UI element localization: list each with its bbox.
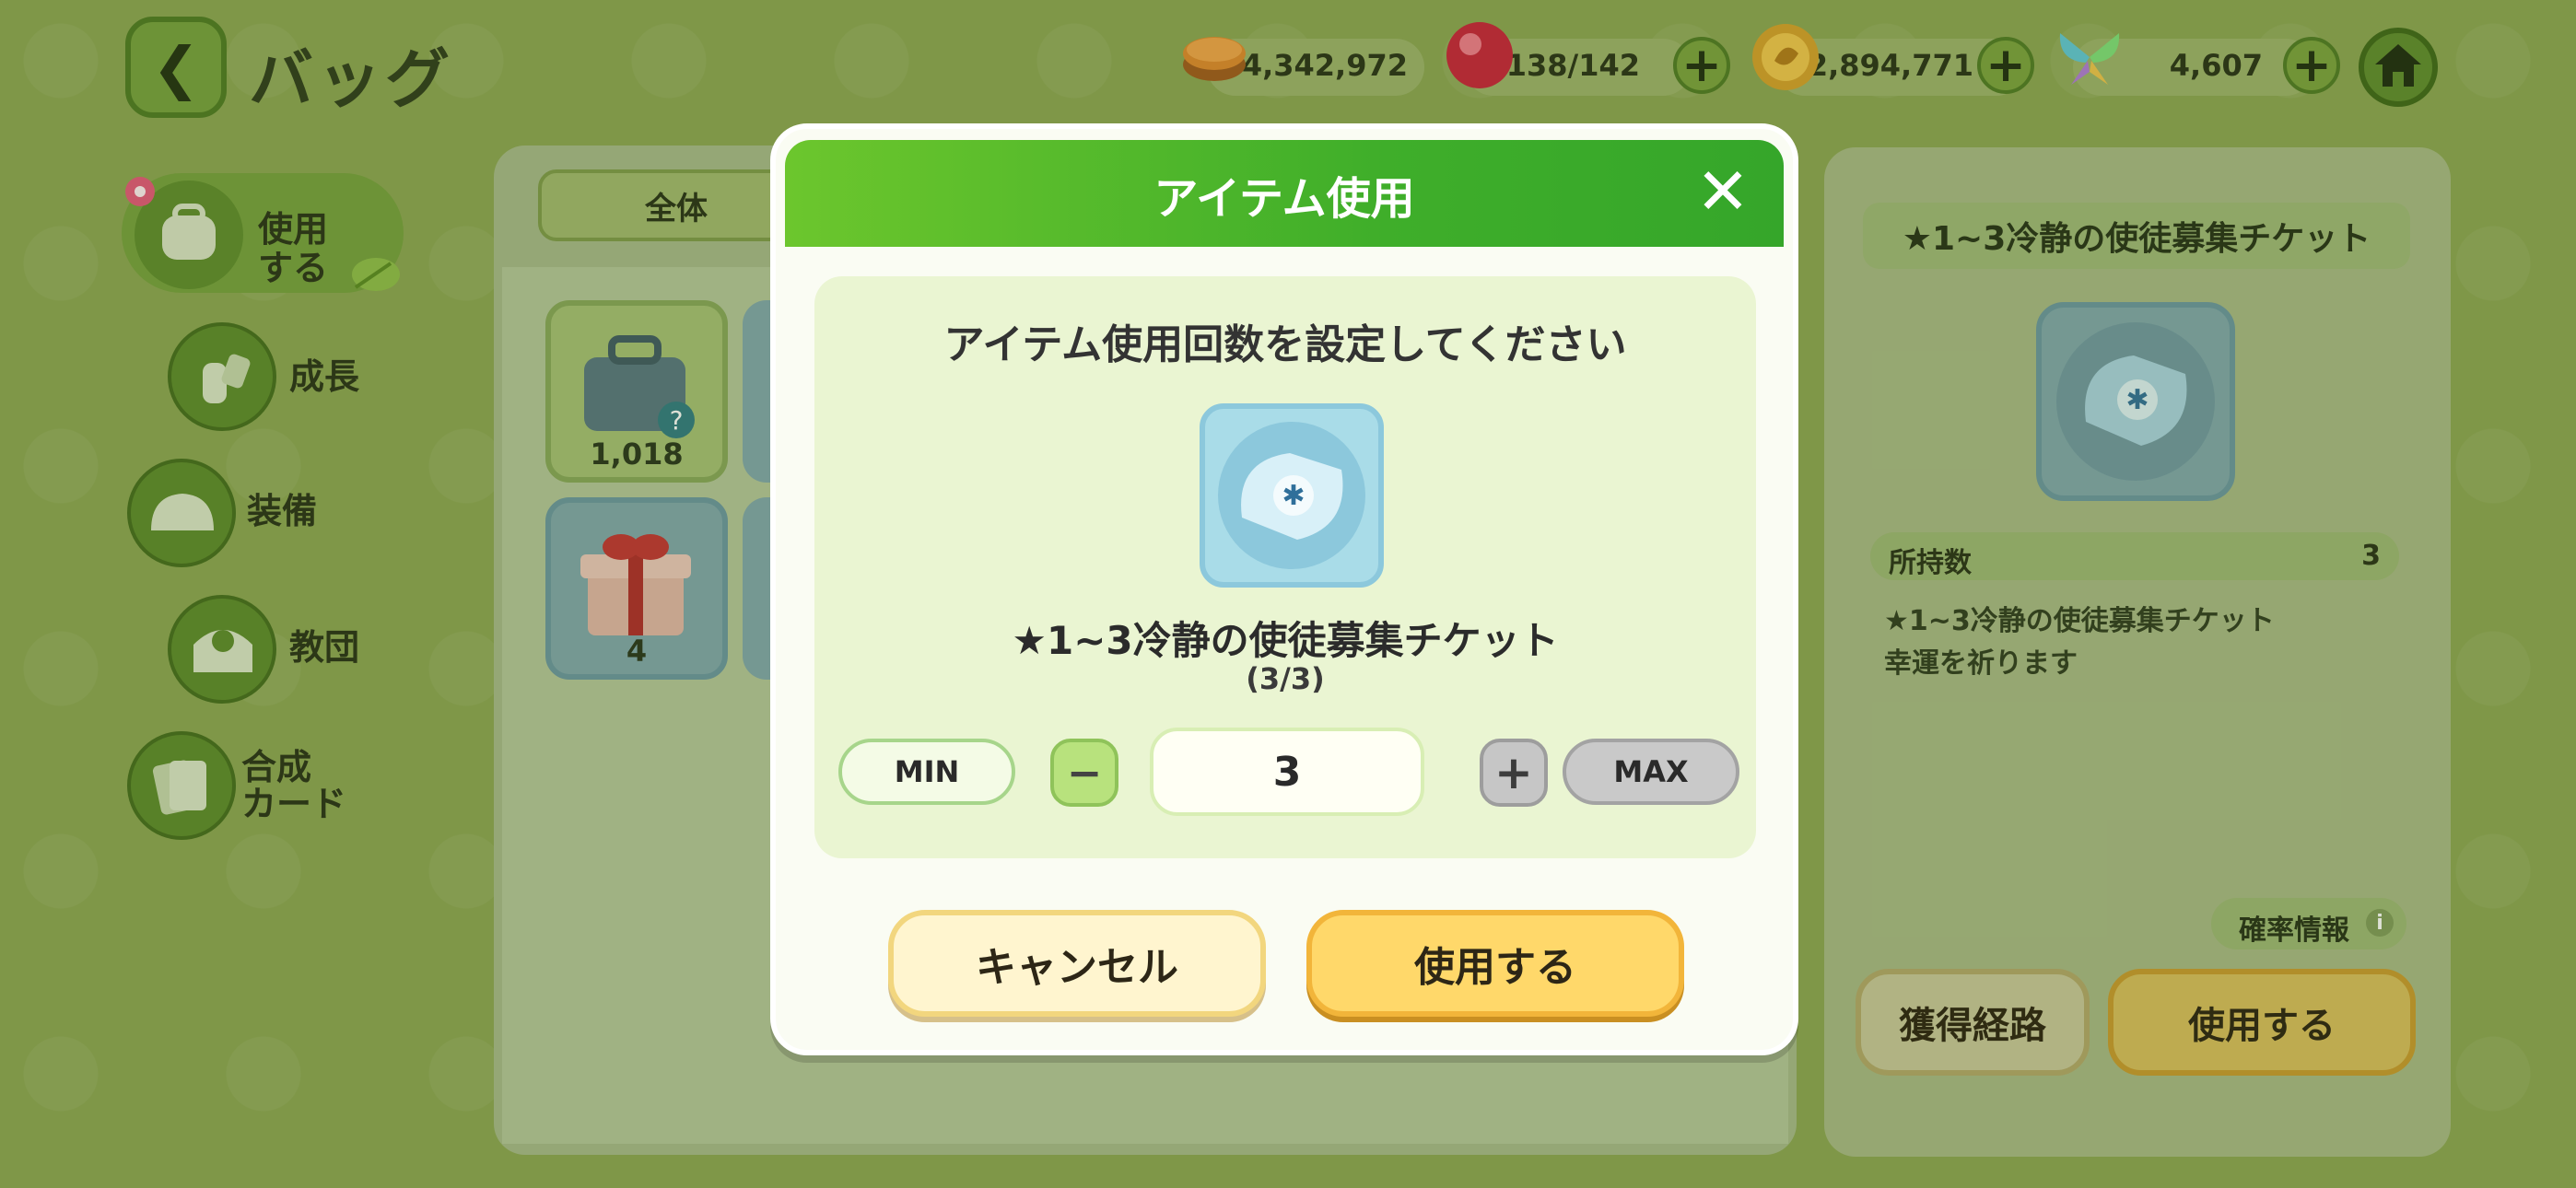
max-button[interactable]: MAX bbox=[1563, 739, 1739, 805]
modal-item-name: ★1~3冷静の使徒募集チケット bbox=[1012, 618, 1559, 663]
close-icon[interactable]: ✕ bbox=[1686, 155, 1760, 228]
modal-item-icon: ✱ bbox=[1200, 403, 1384, 588]
plus-icon: + bbox=[1494, 746, 1533, 799]
quantity-input[interactable]: 3 bbox=[1150, 728, 1424, 816]
modal-item-count: (3/3) bbox=[1246, 661, 1325, 696]
modal-header: アイテム使用 ✕ bbox=[785, 140, 1784, 247]
item-use-modal: アイテム使用 ✕ アイテム使用回数を設定してください ✱ ★1~3冷静の使徒募集… bbox=[770, 123, 1798, 1055]
modal-prompt: アイテム使用回数を設定してください bbox=[943, 321, 1627, 368]
min-button[interactable]: MIN bbox=[838, 739, 1015, 805]
decrement-button[interactable]: − bbox=[1050, 739, 1118, 807]
modal-title: アイテム使用 bbox=[1153, 173, 1415, 225]
svg-text:✱: ✱ bbox=[1282, 480, 1305, 512]
increment-button[interactable]: + bbox=[1480, 739, 1548, 807]
cancel-button[interactable]: キャンセル bbox=[888, 910, 1266, 1017]
modal-body: アイテム使用回数を設定してください ✱ ★1~3冷静の使徒募集チケット (3/3… bbox=[814, 276, 1756, 858]
minus-icon: − bbox=[1066, 748, 1103, 798]
use-button[interactable]: 使用する bbox=[1306, 910, 1684, 1017]
ticket-cloth-icon: ✱ bbox=[1218, 422, 1365, 569]
